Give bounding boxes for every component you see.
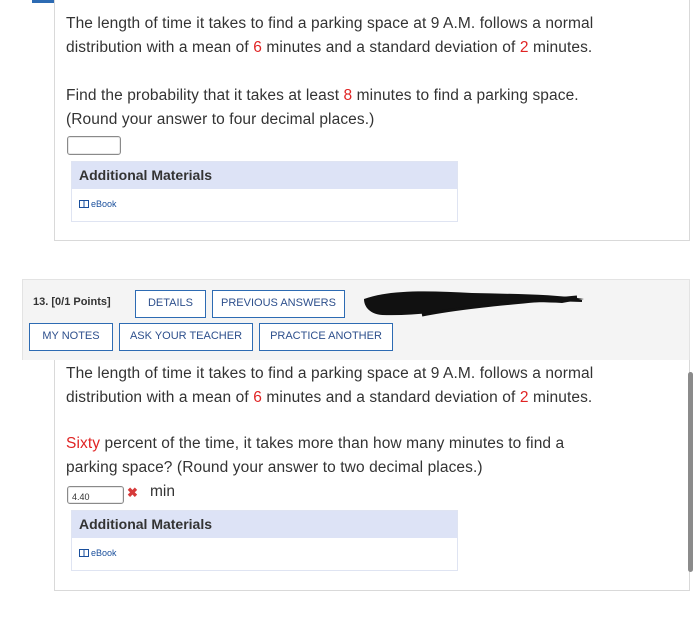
q13-line-4: parking space? (Round your answer to two… (66, 458, 483, 476)
vertical-scrollbar[interactable] (688, 372, 693, 572)
q12-line-2-pre: distribution with a mean of (66, 38, 254, 56)
practice-another-button[interactable]: PRACTICE ANOTHER (259, 323, 393, 351)
q13-line-2-mid: minutes and a standard deviation of (261, 388, 520, 406)
q13-ebook-link[interactable]: eBook (79, 548, 117, 558)
q13-ebook-label: eBook (91, 548, 117, 558)
q13-sixty-highlight: Sixty (66, 435, 101, 452)
details-button[interactable]: DETAILS (135, 290, 206, 318)
question-13-prompt-1: The length of time it takes to find a pa… (66, 362, 593, 409)
q13-answer-input-box[interactable] (67, 486, 124, 505)
question-13-prompt-2: Sixty percent of the time, it takes more… (66, 432, 564, 479)
q12-line-4: (Round your answer to four decimal place… (66, 110, 375, 128)
q12-mean-value: 6 (253, 38, 262, 56)
q13-sd-value: 2 (519, 388, 529, 406)
redaction-scribble (364, 291, 584, 317)
q13-line-2-post: minutes. (528, 388, 593, 406)
q12-sd-value: 2 (519, 38, 529, 56)
q12-answer-input-box[interactable] (67, 136, 121, 156)
q12-line-3-post: minutes to find a parking space. (352, 87, 579, 104)
q13-number-label: 13. (33, 296, 49, 308)
question-13-header: 13. [0/1 Points] DETAILS PREVIOUS ANSWER… (22, 279, 690, 360)
book-icon (79, 549, 89, 557)
question-13-card: The length of time it takes to find a pa… (54, 360, 690, 591)
q13-line-2-pre: distribution with a mean of (66, 388, 254, 406)
q12-answer-input[interactable] (68, 138, 120, 156)
q12-line-1: The length of time it takes to find a pa… (66, 15, 594, 32)
q13-line-3-post: percent of the time, it takes more than … (100, 435, 565, 452)
q13-points-label: [0/1 Points] (51, 296, 111, 308)
question-12-card: The length of time it takes to find a pa… (54, 0, 690, 241)
q12-additional-materials-header: Additional Materials (72, 162, 457, 189)
q13-answer-input[interactable] (68, 489, 123, 505)
previous-answers-button[interactable]: PREVIOUS ANSWERS (212, 290, 345, 318)
question-12-prompt-2: Find the probability that it takes at le… (66, 84, 579, 131)
ask-your-teacher-button[interactable]: ASK YOUR TEACHER (119, 323, 253, 351)
q12-additional-materials-body: eBook (72, 189, 457, 221)
question-12-prompt-1: The length of time it takes to find a pa… (66, 12, 593, 59)
question-13-number: 13. [0/1 Points] (33, 296, 111, 308)
q12-ebook-label: eBook (91, 199, 117, 209)
q12-line-2-post: minutes. (528, 38, 593, 56)
q12-threshold-value: 8 (343, 87, 353, 104)
q13-line-1: The length of time it takes to find a pa… (66, 365, 594, 382)
q12-line-2-mid: minutes and a standard deviation of (261, 38, 520, 56)
my-notes-button[interactable]: MY NOTES (29, 323, 113, 351)
q13-additional-materials-header: Additional Materials (72, 511, 457, 538)
book-icon (79, 200, 89, 208)
q12-ebook-link[interactable]: eBook (79, 199, 117, 209)
q13-unit-label: min (150, 483, 175, 500)
q12-additional-materials: Additional Materials eBook (71, 161, 458, 222)
q13-additional-materials-body: eBook (72, 538, 457, 570)
q13-mean-value: 6 (253, 388, 262, 406)
q13-additional-materials: Additional Materials eBook (71, 510, 458, 571)
q12-line-3-pre: Find the probability that it takes at le… (66, 87, 344, 104)
incorrect-x-icon: ✖ (127, 485, 138, 500)
